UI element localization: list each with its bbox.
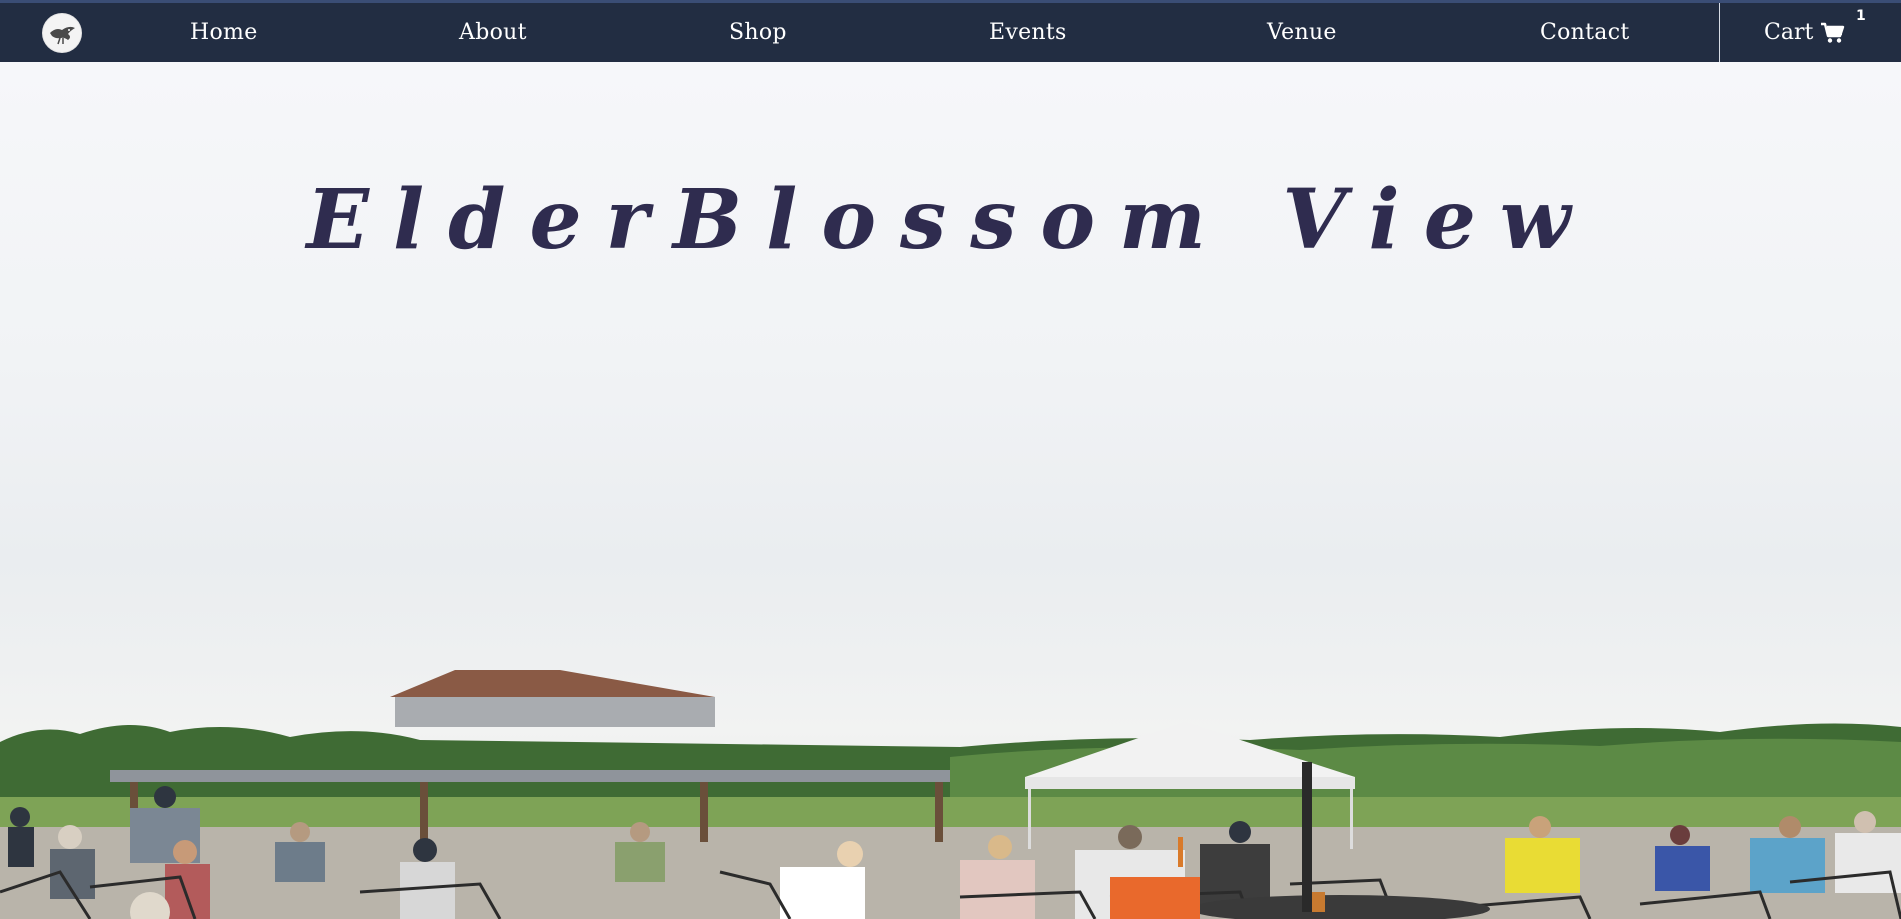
cart-label: Cart <box>1764 20 1814 45</box>
bird-logo-icon[interactable] <box>42 13 82 53</box>
hero-banner: ElderBlossom View <box>0 62 1901 919</box>
nav-link-events[interactable]: Events <box>989 20 1067 46</box>
nav-link-home[interactable]: Home <box>190 20 258 46</box>
nav-link-contact[interactable]: Contact <box>1540 20 1629 46</box>
nav-link-shop[interactable]: Shop <box>729 20 787 46</box>
nav-divider <box>1719 3 1720 62</box>
hero-title: ElderBlossom View <box>306 172 1595 268</box>
nav-link-venue[interactable]: Venue <box>1267 20 1337 46</box>
cart-button[interactable]: Cart <box>1764 20 1845 46</box>
shopping-cart-icon <box>1821 22 1845 44</box>
nav-link-about[interactable]: About <box>459 20 527 46</box>
page: Home About Shop Events Venue Contact Car… <box>0 0 1901 919</box>
cart-count-badge: 1 <box>1856 8 1866 24</box>
hero-background-image <box>0 622 1901 919</box>
top-navigation-bar: Home About Shop Events Venue Contact Car… <box>0 0 1901 62</box>
